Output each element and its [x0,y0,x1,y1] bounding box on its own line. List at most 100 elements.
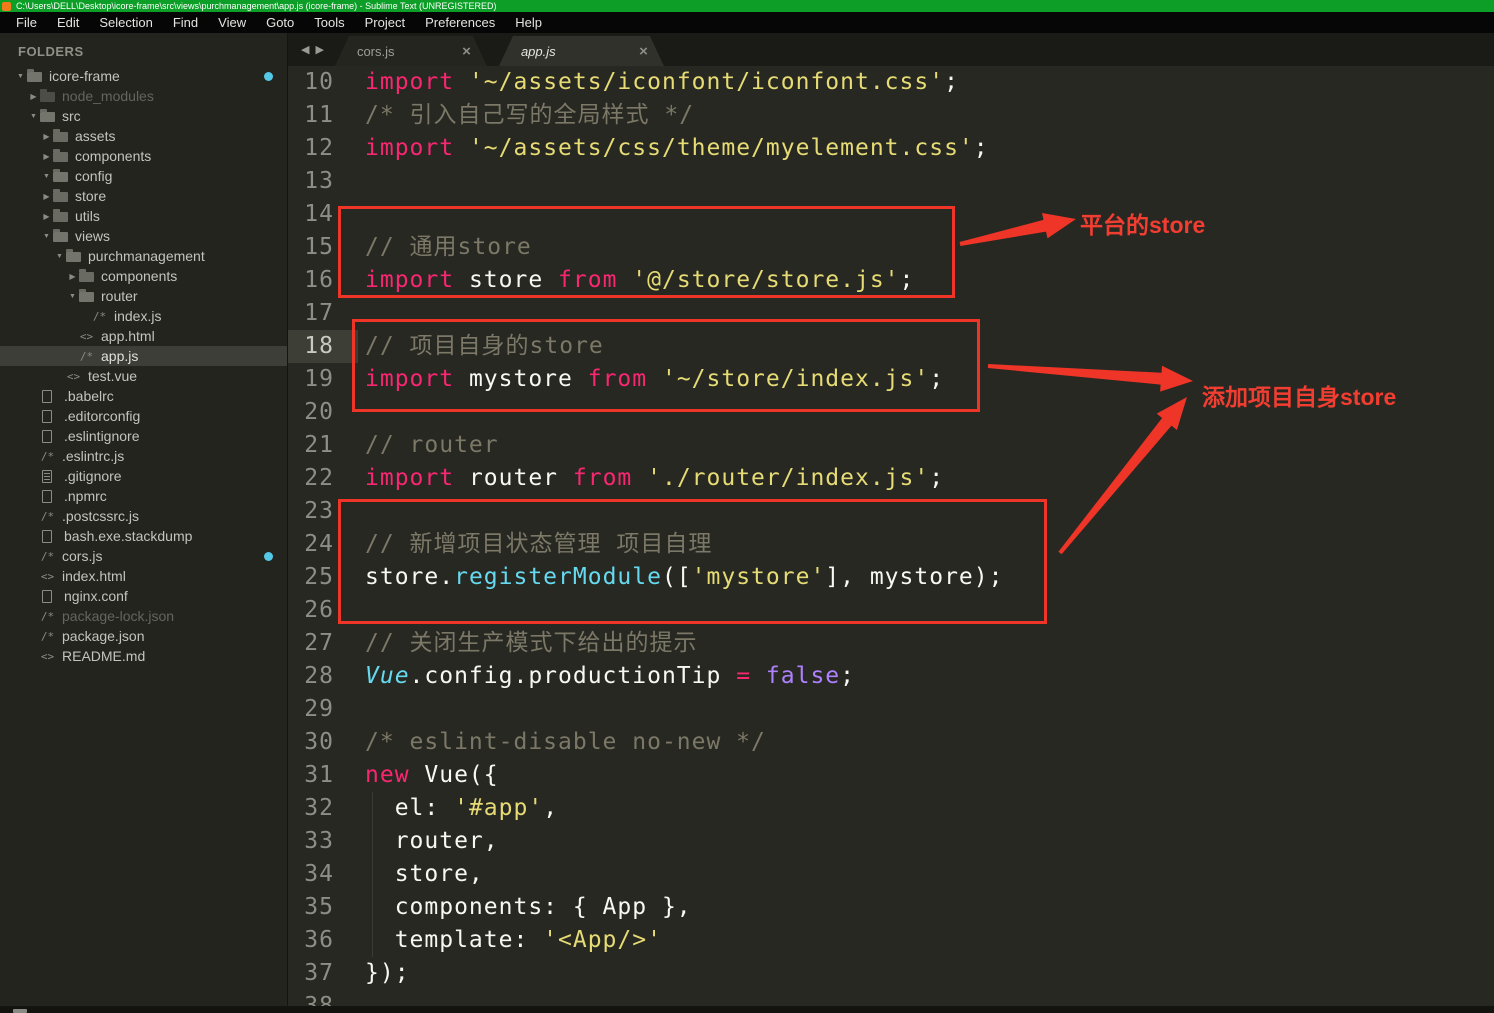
tree-file-cors.js[interactable]: /*cors.js [0,546,287,566]
code-line[interactable]: 12import '~/assets/css/theme/myelement.c… [288,132,1494,165]
nav-back-icon[interactable]: ◀ [298,43,312,56]
tree-file-package.json[interactable]: /*package.json [0,626,287,646]
tree-item-label: .postcssrc.js [62,508,139,524]
code-line[interactable]: 10import '~/assets/iconfont/iconfont.css… [288,66,1494,99]
tree-file-.postcssrc.js[interactable]: /*.postcssrc.js [0,506,287,526]
file-icon [42,390,52,403]
menu-item-preferences[interactable]: Preferences [415,12,505,33]
code-line[interactable]: 28Vue.config.productionTip = false; [288,660,1494,693]
code-line[interactable]: 35 components: { App }, [288,891,1494,924]
code-line[interactable]: 37}); [288,957,1494,990]
nav-forward-icon[interactable]: ▶ [312,43,326,56]
tree-file-.npmrc[interactable]: .npmrc [0,486,287,506]
tree-file-app.html[interactable]: <>app.html [0,326,287,346]
tree-file-nginx.conf[interactable]: nginx.conf [0,586,287,606]
line-number: 33 [288,825,358,858]
code-line[interactable]: 27// 关闭生产模式下给出的提示 [288,627,1494,660]
menu-item-help[interactable]: Help [505,12,552,33]
menu-item-project[interactable]: Project [355,12,415,33]
menu-item-view[interactable]: View [208,12,256,33]
token-pl: router, [365,828,499,854]
token-pl: ; [944,69,959,95]
tree-file-.babelrc[interactable]: .babelrc [0,386,287,406]
code-line[interactable]: 31new Vue({ [288,759,1494,792]
code-line[interactable]: 15// 通用store [288,231,1494,264]
code-line[interactable]: 14 [288,198,1494,231]
tree-file-test.vue[interactable]: <>test.vue [0,366,287,386]
tree-file-.gitignore[interactable]: .gitignore [0,466,287,486]
code-line[interactable]: 19import mystore from '~/store/index.js'… [288,363,1494,396]
menu-item-goto[interactable]: Goto [256,12,304,33]
tree-file-index.js[interactable]: /*index.js [0,306,287,326]
file-icon [42,590,52,603]
tree-folder-assets[interactable]: ▶assets [0,126,287,146]
line-number: 34 [288,858,358,891]
tab-close-icon[interactable]: × [422,43,471,60]
code-line[interactable]: 16import store from '@/store/store.js'; [288,264,1494,297]
js-file-icon: /* [40,550,55,563]
tree-folder-src[interactable]: ▼src [0,106,287,126]
code-line[interactable]: 33 router, [288,825,1494,858]
code-line[interactable]: 21// router [288,429,1494,462]
code-editor[interactable]: 10import '~/assets/iconfont/iconfont.css… [288,66,1494,1006]
line-number: 18 [288,330,358,363]
line-content [358,594,365,627]
tree-file-.eslintrc.js[interactable]: /*.eslintrc.js [0,446,287,466]
tree-file-index.html[interactable]: <>index.html [0,566,287,586]
chevron-right-icon: ▶ [40,192,53,201]
code-line[interactable]: 24// 新增项目状态管理 项目自理 [288,528,1494,561]
tree-folder-utils[interactable]: ▶utils [0,206,287,226]
code-line[interactable]: 20 [288,396,1494,429]
tree-folder-icore-frame[interactable]: ▼icore-frame [0,66,287,86]
menu-item-file[interactable]: File [6,12,47,33]
tab-close-icon[interactable]: × [599,43,648,60]
code-line[interactable]: 17 [288,297,1494,330]
tab-app.js[interactable]: app.js× [499,36,664,66]
tree-folder-config[interactable]: ▼config [0,166,287,186]
folder-icon [79,292,94,302]
tree-folder-purchmanagement[interactable]: ▼purchmanagement [0,246,287,266]
code-line[interactable]: 32 el: '#app', [288,792,1494,825]
tree-item-label: app.js [101,348,138,364]
menu-item-find[interactable]: Find [163,12,208,33]
tree-file-.eslintignore[interactable]: .eslintignore [0,426,287,446]
tree-folder-router[interactable]: ▼router [0,286,287,306]
tree-file-.editorconfig[interactable]: .editorconfig [0,406,287,426]
tree-file-readme.md[interactable]: <>README.md [0,646,287,666]
code-line[interactable]: 25store.registerModule(['mystore'], myst… [288,561,1494,594]
tab-cors.js[interactable]: cors.js× [335,36,487,66]
tree-folder-components[interactable]: ▶components [0,266,287,286]
code-line[interactable]: 30/* eslint-disable no-new */ [288,726,1494,759]
menu-item-tools[interactable]: Tools [304,12,354,33]
line-number: 24 [288,528,358,561]
menu-item-selection[interactable]: Selection [89,12,162,33]
code-line[interactable]: 36 template: '<App/>' [288,924,1494,957]
file-tree: ▼icore-frame▶node_modules▼src▶assets▶com… [0,66,287,666]
code-line[interactable]: 22import router from './router/index.js'… [288,462,1494,495]
code-line[interactable]: 34 store, [288,858,1494,891]
line-number: 11 [288,99,358,132]
tree-folder-node_modules[interactable]: ▶node_modules [0,86,287,106]
tree-folder-components[interactable]: ▶components [0,146,287,166]
line-number: 37 [288,957,358,990]
line-number: 21 [288,429,358,462]
code-line[interactable]: 23 [288,495,1494,528]
code-line[interactable]: 38 [288,990,1494,1006]
code-line[interactable]: 26 [288,594,1494,627]
tree-folder-views[interactable]: ▼views [0,226,287,246]
token-kw: new [365,762,410,788]
code-line[interactable]: 18// 项目自身的store [288,330,1494,363]
tree-file-app.js[interactable]: /*app.js [0,346,287,366]
code-line[interactable]: 11/* 引入自己写的全局样式 */ [288,99,1494,132]
line-number: 20 [288,396,358,429]
tree-file-package-lock.json[interactable]: /*package-lock.json [0,606,287,626]
chevron-down-icon: ▼ [14,73,27,80]
code-line[interactable]: 29 [288,693,1494,726]
line-content [358,297,365,330]
code-line[interactable]: 13 [288,165,1494,198]
tree-file-bash.exe.stackdump[interactable]: bash.exe.stackdump [0,526,287,546]
token-pl: template: [365,927,543,953]
menu-item-edit[interactable]: Edit [47,12,89,33]
tree-folder-store[interactable]: ▶store [0,186,287,206]
file-icon [42,490,52,503]
